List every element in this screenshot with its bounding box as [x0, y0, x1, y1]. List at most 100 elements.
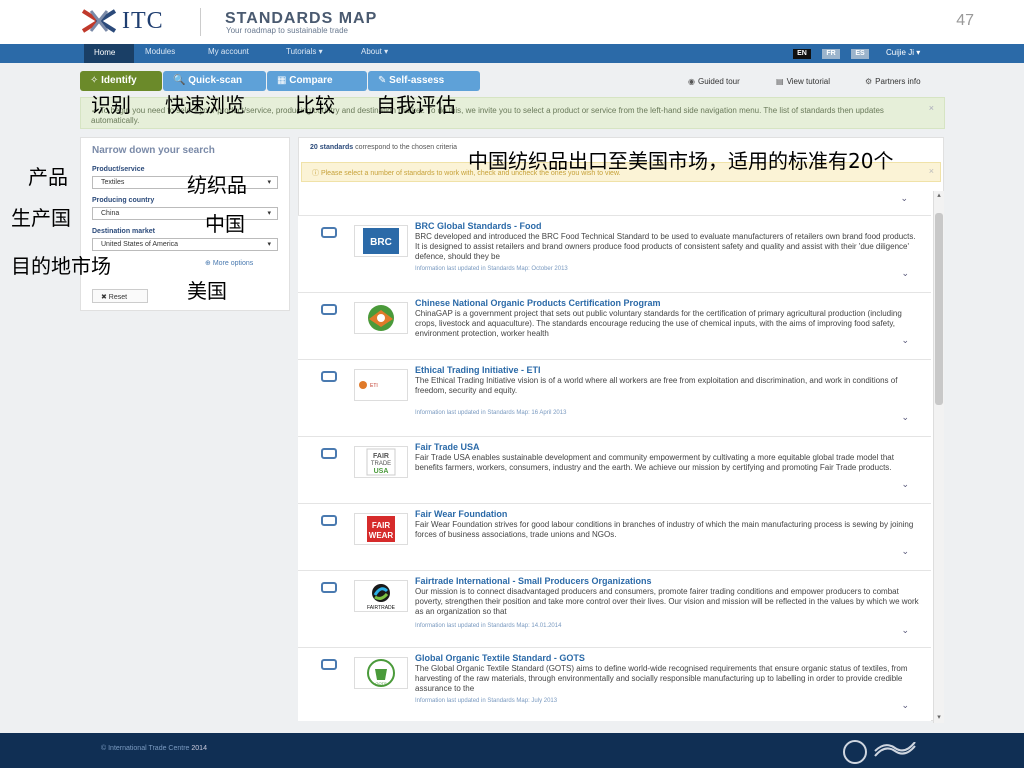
sidebar-title: Narrow down your search — [92, 145, 215, 156]
nav-tutorials[interactable]: Tutorials ▾ — [286, 47, 323, 56]
more-options-link[interactable]: ⊕ More options — [205, 259, 253, 267]
standard-row[interactable]: FAIR WEAR Fair Wear Foundation Fair Wear … — [298, 503, 931, 570]
guided-tour-label: Guided tour — [697, 77, 740, 86]
header-divider — [200, 8, 201, 36]
nav-home[interactable]: Home — [84, 44, 134, 63]
close-icon[interactable]: × — [929, 103, 934, 113]
standard-row[interactable]: ETI Ethical Trading Initiative - ETI The… — [298, 359, 931, 436]
country-select[interactable]: China ▾ — [92, 207, 278, 220]
slide-page-number: 47 — [956, 12, 974, 29]
chevron-down-icon[interactable]: ⌄ — [901, 268, 909, 279]
standard-checkbox[interactable] — [321, 515, 337, 526]
chevron-down-icon[interactable]: ⌄ — [901, 700, 909, 711]
annotation-market-value: 美国 — [187, 279, 227, 303]
standard-checkbox[interactable] — [321, 371, 337, 382]
standard-description: The Global Organic Textile Standard (GOT… — [415, 664, 908, 693]
market-select[interactable]: United States of America ▾ — [92, 238, 278, 251]
film-icon: ▤ — [776, 77, 784, 86]
product-label: Product/service — [92, 166, 145, 173]
gears-icon: ⚙ — [865, 77, 873, 86]
standard-title[interactable]: Fairtrade International - Small Producer… — [415, 576, 652, 586]
scroll-thumb[interactable] — [935, 213, 943, 405]
tab-quick-scan[interactable]: 🔍 Quick-scan — [163, 71, 266, 91]
reset-button[interactable]: ✖ Reset — [92, 289, 148, 303]
lang-fr-button[interactable]: FR — [822, 49, 840, 59]
plus-circle-icon: ⊕ — [205, 260, 213, 267]
tab-compare[interactable]: ▦ Compare — [267, 71, 367, 91]
nav-my-account[interactable]: My account — [208, 47, 249, 56]
standard-row[interactable]: FAIR TRADE USA Fair Trade USA Fair Trade U… — [298, 436, 931, 503]
partners-info-link[interactable]: ⚙ Partners info — [865, 77, 921, 86]
chevron-down-icon[interactable]: ⌄ — [901, 546, 909, 557]
search-sidebar: Narrow down your search Product/service … — [80, 137, 290, 311]
standard-description: Fair Wear Foundation strives for good la… — [415, 520, 914, 539]
standard-title[interactable]: Fair Trade USA — [415, 442, 480, 452]
chevron-down-icon[interactable]: ⌄ — [901, 412, 909, 423]
standard-checkbox[interactable] — [321, 304, 337, 315]
standard-row[interactable]: Chinese National Organic Products Certif… — [298, 292, 931, 359]
svg-text:FAIRTRADE: FAIRTRADE — [367, 605, 396, 611]
results-scrollbar[interactable]: ▴ ▾ — [933, 191, 944, 723]
eye-icon: ◉ — [688, 77, 695, 86]
tab-identify[interactable]: ✧ Identify — [80, 71, 162, 91]
eti-logo: ETI — [354, 369, 408, 401]
svg-text:WEAR: WEAR — [369, 531, 394, 540]
standard-row[interactable]: FAIRTRADE Fairtrade International - Smal… — [298, 570, 931, 647]
standard-description: Fair Trade USA enables sustainable devel… — [415, 453, 894, 472]
lang-en-button[interactable]: EN — [793, 49, 811, 59]
standard-checkbox[interactable] — [321, 448, 337, 459]
results-count-text: correspond to the chosen criteria — [353, 144, 458, 151]
standard-description: BRC developed and introduced the BRC Foo… — [415, 232, 916, 261]
annotation-self-assess: 自我评估 — [376, 93, 456, 117]
standard-description: ChinaGAP is a government project that se… — [415, 309, 902, 338]
svg-text:ETI: ETI — [370, 383, 378, 389]
scroll-up-arrow-icon[interactable]: ▴ — [934, 191, 944, 201]
annotation-product: 产品 — [28, 165, 68, 189]
view-tutorial-link[interactable]: ▤ View tutorial — [776, 77, 830, 86]
nav-modules[interactable]: Modules — [145, 47, 175, 56]
chevron-down-icon[interactable]: ⌄ — [901, 479, 909, 490]
standard-row[interactable]: GOTS Global Organic Textile Standard - G… — [298, 647, 931, 721]
product-select-value: Textiles — [101, 179, 125, 186]
tab-self-assess[interactable]: ✎ Self-assess — [368, 71, 480, 91]
close-icon[interactable]: × — [929, 166, 934, 176]
standard-title[interactable]: Fair Wear Foundation — [415, 509, 507, 519]
chevron-down-icon[interactable]: ⌄ — [900, 193, 908, 204]
standard-description: Our mission is to connect disadvantaged … — [415, 587, 919, 616]
lang-es-button[interactable]: ES — [851, 49, 869, 59]
annotation-compare: 比较 — [295, 93, 335, 117]
view-tutorial-label: View tutorial — [786, 77, 830, 86]
standard-description: The Ethical Trading Initiative vision is… — [415, 376, 898, 395]
standard-title[interactable]: BRC Global Standards - Food — [415, 221, 542, 231]
chevron-down-icon[interactable]: ⌄ — [901, 335, 909, 346]
annotation-summary: 中国纺织品出口至美国市场，适用的标准有20个 — [468, 149, 894, 173]
nav-about[interactable]: About ▾ — [361, 47, 388, 56]
standard-checkbox[interactable] — [321, 227, 337, 238]
standard-title[interactable]: Ethical Trading Initiative - ETI — [415, 365, 541, 375]
market-select-value: United States of America — [101, 241, 179, 248]
product-select[interactable]: Textiles ▾ — [92, 176, 278, 189]
main-navbar: Home Modules My account Tutorials ▾ Abou… — [0, 44, 1024, 63]
brc-logo: BRC — [354, 225, 408, 257]
standard-title[interactable]: Global Organic Textile Standard - GOTS — [415, 653, 585, 663]
chevron-down-icon: ▾ — [267, 241, 271, 248]
itc-logo-icon — [81, 9, 117, 33]
annotation-product-value: 纺织品 — [187, 173, 247, 197]
annotation-market: 目的地市场 — [11, 254, 111, 278]
user-menu[interactable]: Cuijie Ji ▾ — [886, 48, 920, 57]
chevron-down-icon[interactable]: ⌄ — [901, 625, 909, 636]
itc-logo-text: ITC — [122, 8, 164, 34]
scroll-down-arrow-icon[interactable]: ▾ — [934, 713, 944, 723]
standard-updated: Information last updated in Standards Ma… — [415, 623, 562, 629]
standard-checkbox[interactable] — [321, 582, 337, 593]
standard-title[interactable]: Chinese National Organic Products Certif… — [415, 298, 661, 308]
guided-tour-link[interactable]: ◉ Guided tour — [688, 77, 740, 86]
more-options-label: More options — [212, 260, 254, 267]
standard-updated: Information last updated in Standards Ma… — [415, 410, 567, 416]
standard-checkbox[interactable] — [321, 659, 337, 670]
standard-row[interactable]: BRC BRC Global Standards - Food BRC deve… — [298, 215, 931, 292]
svg-text:TRADE: TRADE — [371, 461, 391, 467]
fair-wear-logo: FAIR WEAR — [354, 513, 408, 545]
country-label: Producing country — [92, 197, 155, 204]
footer-copyright: © International Trade Centre 2014 — [101, 745, 207, 752]
